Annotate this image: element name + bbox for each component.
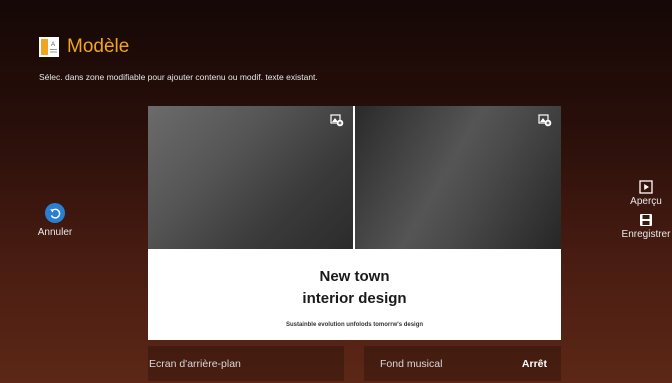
- background-music-value: Arrêt: [521, 357, 547, 370]
- template-icon: A: [39, 37, 59, 57]
- background-screen-button[interactable]: Ecran d'arrière-plan: [148, 346, 344, 381]
- svg-text:A: A: [51, 42, 55, 48]
- undo-circle: [45, 203, 65, 223]
- play-icon: [639, 180, 653, 194]
- headline-text[interactable]: New town interior design: [148, 266, 561, 310]
- save-label: Enregistrer: [621, 229, 671, 240]
- preview-label: Aperçu: [630, 196, 662, 207]
- headline-line-1: New town: [319, 268, 390, 285]
- image-zone-left[interactable]: [148, 106, 353, 249]
- preview-button[interactable]: Aperçu: [618, 180, 672, 207]
- text-zone[interactable]: New town interior design Sustainble evol…: [148, 249, 561, 340]
- page-instructions: Sélec. dans zone modifiable pour ajouter…: [39, 72, 318, 82]
- undo-icon: [49, 208, 60, 219]
- background-music-label: Fond musical: [380, 357, 443, 370]
- image-edit-icon[interactable]: [330, 113, 344, 127]
- image-zone-right[interactable]: [355, 106, 561, 249]
- undo-button[interactable]: Annuler: [25, 203, 85, 238]
- headline-line-2: interior design: [302, 290, 407, 307]
- tagline-text[interactable]: Sustainble evolution unfolods tomorrw's …: [148, 322, 561, 328]
- image-edit-icon[interactable]: [538, 113, 552, 127]
- background-music-button[interactable]: Fond musical Arrêt: [364, 346, 561, 381]
- template-preview: New town interior design Sustainble evol…: [148, 106, 561, 340]
- undo-label: Annuler: [37, 227, 73, 238]
- page-title: Modèle: [67, 36, 130, 57]
- save-icon: [640, 214, 652, 226]
- header: A Modèle: [39, 37, 129, 57]
- right-actions: Aperçu Enregistrer: [618, 180, 672, 246]
- background-screen-label: Ecran d'arrière-plan: [149, 357, 241, 370]
- save-button[interactable]: Enregistrer: [618, 213, 672, 240]
